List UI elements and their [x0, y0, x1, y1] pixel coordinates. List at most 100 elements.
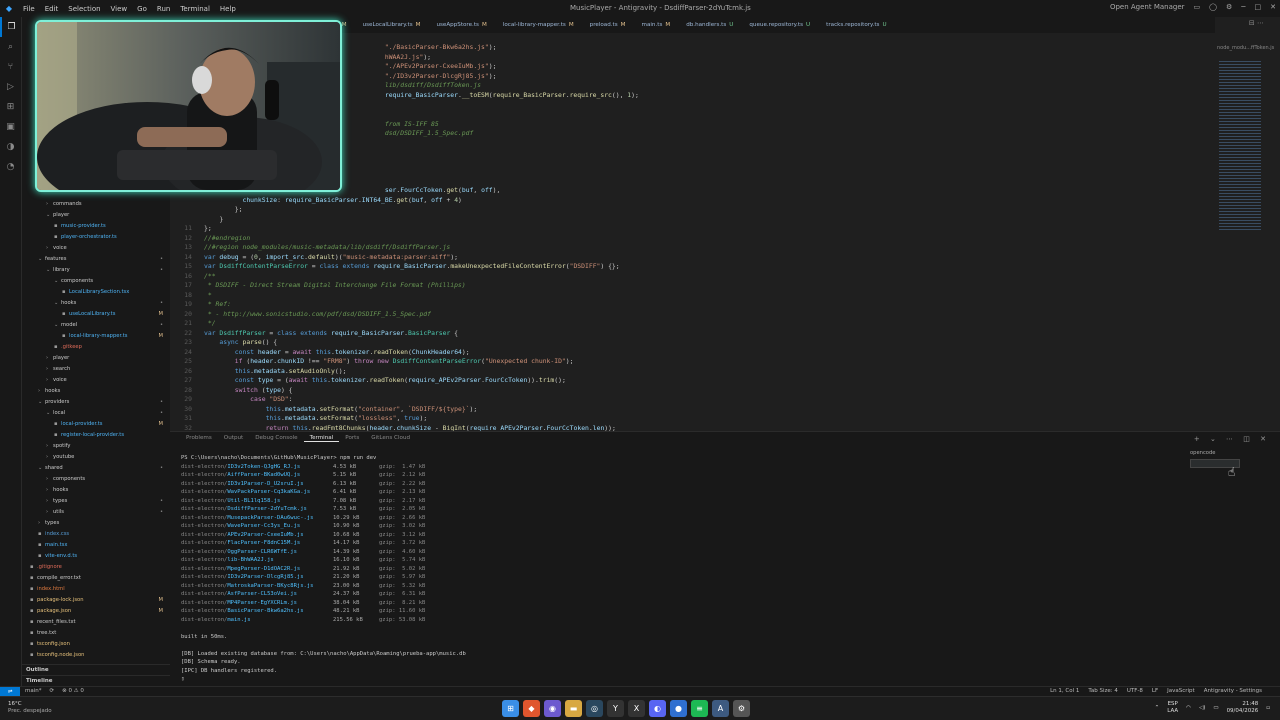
- explorer-folder[interactable]: ⌄ library •: [22, 265, 170, 276]
- explorer-file[interactable]: ▪ main.tsx: [22, 540, 170, 551]
- explorer-folder[interactable]: › voice: [22, 375, 170, 386]
- explorer-folder[interactable]: › player: [22, 353, 170, 364]
- panel-tab-terminal[interactable]: Terminal: [303, 435, 340, 442]
- eol[interactable]: LF: [1152, 688, 1158, 694]
- terminal-cursor[interactable]: ▯: [181, 675, 881, 684]
- branch-indicator[interactable]: main*: [25, 688, 42, 694]
- explorer-icon[interactable]: ❐: [0, 17, 21, 37]
- panel-tab-debug-console[interactable]: Debug Console: [249, 435, 303, 442]
- explorer-file[interactable]: ▪ tree.txt: [22, 628, 170, 639]
- explorer-folder[interactable]: ⌄ features •: [22, 254, 170, 265]
- volume-icon[interactable]: ◁): [1199, 705, 1205, 711]
- explorer-folder[interactable]: › hooks: [22, 485, 170, 496]
- explorer-folder[interactable]: › spotify: [22, 441, 170, 452]
- brave-icon[interactable]: ◆: [523, 700, 540, 717]
- spotify-icon[interactable]: ≡: [691, 700, 708, 717]
- menu-go[interactable]: Go: [132, 5, 152, 13]
- explorer-file[interactable]: ▪ useLocalLibrary.ts M: [22, 309, 170, 320]
- explorer-folder[interactable]: › youtube: [22, 452, 170, 463]
- explorer-file[interactable]: ▪ tsconfig.node.json: [22, 650, 170, 661]
- close-button[interactable]: ✕: [1270, 3, 1276, 11]
- explorer-folder[interactable]: › voice: [22, 243, 170, 254]
- settings-icon[interactable]: ⚙: [733, 700, 750, 717]
- source-control-icon[interactable]: ⑂: [0, 57, 21, 77]
- panel-actions[interactable]: + ⌄ ⋯ ◫ ✕: [1194, 435, 1270, 443]
- agent-icon[interactable]: ◔: [0, 157, 21, 177]
- folder-icon[interactable]: ▬: [565, 700, 582, 717]
- explorer-folder[interactable]: ⌄ hooks •: [22, 298, 170, 309]
- explorer-folder[interactable]: › types •: [22, 496, 170, 507]
- explorer-file[interactable]: ▪ register-local-provider.ts: [22, 430, 170, 441]
- explorer-folder[interactable]: › commands: [22, 199, 170, 210]
- chrome-icon[interactable]: ●: [670, 700, 687, 717]
- explorer-file[interactable]: ▪ compile_error.txt: [22, 573, 170, 584]
- explorer-file[interactable]: ▪ LocalLibrarySection.tsx: [22, 287, 170, 298]
- editor-tab[interactable]: tracks.repository.ts U: [818, 17, 894, 33]
- terminal-instance[interactable]: opencode: [1190, 450, 1240, 456]
- x-app-icon[interactable]: X: [628, 700, 645, 717]
- explorer-file[interactable]: ▪ index.css: [22, 529, 170, 540]
- explorer-folder[interactable]: ⌄ shared •: [22, 463, 170, 474]
- outline-section[interactable]: Outline: [22, 664, 170, 675]
- y-app-icon[interactable]: Y: [607, 700, 624, 717]
- explorer-file[interactable]: ▪ recent_files.txt: [22, 617, 170, 628]
- menu-terminal[interactable]: Terminal: [175, 5, 215, 13]
- explorer-folder[interactable]: › utils •: [22, 507, 170, 518]
- panel-tab-problems[interactable]: Problems: [180, 435, 218, 442]
- language-mode[interactable]: JavaScript: [1167, 688, 1195, 694]
- steam-icon[interactable]: ◎: [586, 700, 603, 717]
- chevron-up-icon[interactable]: ⌃: [1155, 705, 1160, 711]
- explorer-file[interactable]: ▪ .gitkeep: [22, 342, 170, 353]
- explorer-file[interactable]: ▪ tsconfig.json: [22, 639, 170, 650]
- extensions-icon[interactable]: ⊞: [0, 97, 21, 117]
- editor-tab[interactable]: useLocalLibrary.ts M: [355, 17, 429, 33]
- discord-icon[interactable]: ◐: [649, 700, 666, 717]
- menu-help[interactable]: Help: [215, 5, 241, 13]
- editor-tab[interactable]: main.ts M: [634, 17, 679, 33]
- weather-widget[interactable]: 16°C Prec. despejado: [8, 701, 52, 714]
- account-icon[interactable]: ◯: [1209, 3, 1217, 11]
- tab-size[interactable]: Tab Size: 4: [1088, 688, 1117, 694]
- encoding[interactable]: UTF-8: [1127, 688, 1143, 694]
- run-debug-icon[interactable]: ▷: [0, 77, 21, 97]
- explorer-file[interactable]: ▪ local-library-mapper.ts M: [22, 331, 170, 342]
- search-icon[interactable]: ⌕: [0, 37, 21, 57]
- terminal-output[interactable]: PS C:\Users\nacho\Documents\GitHub\Music…: [181, 454, 881, 684]
- cursor-position[interactable]: Ln 1, Col 1: [1050, 688, 1079, 694]
- menu-edit[interactable]: Edit: [40, 5, 64, 13]
- battery-icon[interactable]: ▭: [1213, 705, 1218, 711]
- explorer-folder[interactable]: › hooks: [22, 386, 170, 397]
- explorer-folder[interactable]: › types: [22, 518, 170, 529]
- timeline-section[interactable]: Timeline: [22, 675, 170, 686]
- minimize-button[interactable]: ─: [1241, 3, 1245, 11]
- explorer-folder[interactable]: › components: [22, 474, 170, 485]
- layout-icon[interactable]: ▭: [1194, 3, 1201, 11]
- maximize-button[interactable]: □: [1255, 3, 1262, 11]
- explorer-folder[interactable]: › search: [22, 364, 170, 375]
- gitlens-icon[interactable]: ◑: [0, 137, 21, 157]
- wifi-icon[interactable]: ◠: [1186, 705, 1191, 711]
- agent-manager-button[interactable]: Open Agent Manager: [1110, 3, 1185, 11]
- language-indicator[interactable]: ESP LAA: [1167, 701, 1178, 714]
- explorer-file[interactable]: ▪ local-provider.ts M: [22, 419, 170, 430]
- settings-status[interactable]: Antigravity - Settings: [1204, 688, 1262, 694]
- explorer-folder[interactable]: ⌄ components: [22, 276, 170, 287]
- editor-tab[interactable]: db.handlers.ts U: [678, 17, 741, 33]
- menu-file[interactable]: File: [18, 5, 40, 13]
- explorer-folder[interactable]: ⌄ model •: [22, 320, 170, 331]
- explorer-file[interactable]: ▪ player-orchestrator.ts: [22, 232, 170, 243]
- editor-tab[interactable]: useAppStore.ts M: [428, 17, 494, 33]
- explorer-folder[interactable]: ⌄ local •: [22, 408, 170, 419]
- clock[interactable]: 21:48 09/04/2026: [1227, 701, 1259, 714]
- explorer-file[interactable]: ▪ package.json M: [22, 606, 170, 617]
- menu-run[interactable]: Run: [152, 5, 175, 13]
- menu-selection[interactable]: Selection: [63, 5, 105, 13]
- explorer-folder[interactable]: ⌄ player: [22, 210, 170, 221]
- problems-indicator[interactable]: ⊗ 0 ⚠ 0: [62, 688, 84, 694]
- explorer-folder[interactable]: ⌄ providers •: [22, 397, 170, 408]
- explorer-file[interactable]: ▪ index.html: [22, 584, 170, 595]
- editor-tab[interactable]: preload.ts M: [582, 17, 634, 33]
- explorer-file[interactable]: ▪ .gitignore: [22, 562, 170, 573]
- settings-icon[interactable]: ⚙: [1226, 3, 1232, 11]
- minimap[interactable]: node_modu...ffToken.js: [1215, 33, 1280, 431]
